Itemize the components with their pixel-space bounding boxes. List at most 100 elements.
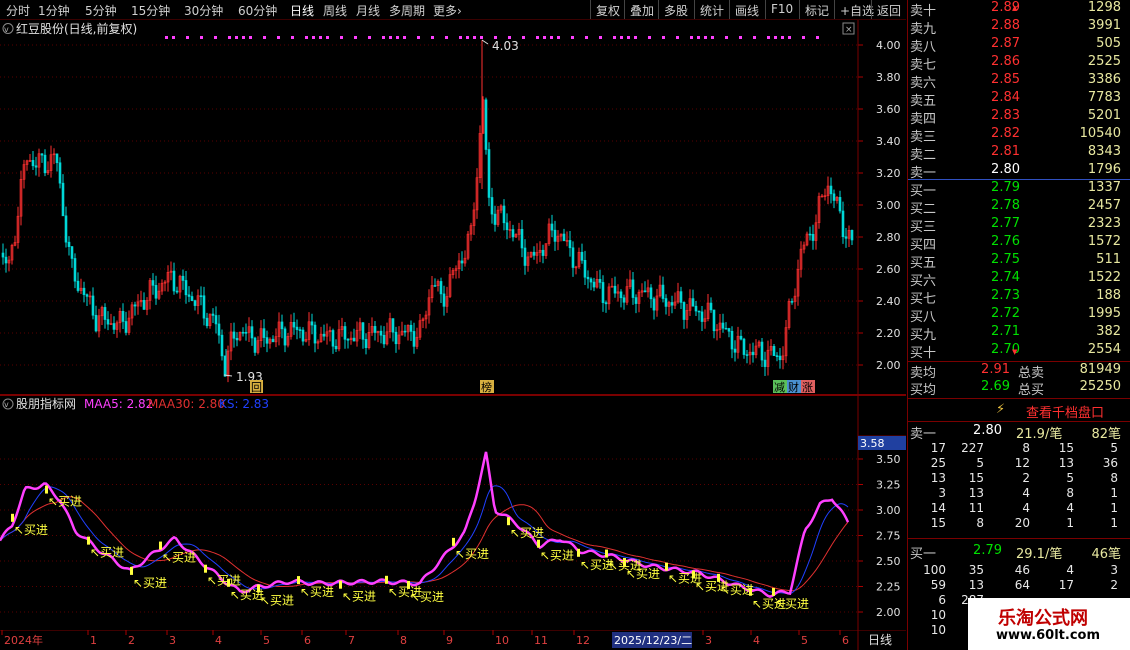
multi-stock-button[interactable]: 多股 [664,2,688,19]
period-tab-more[interactable]: 更多› [433,2,462,19]
event-marker-bang[interactable]: 榜 [480,380,494,394]
event-marker-zhang[interactable]: 涨 [801,380,815,394]
queue-cell: 1 [1110,516,1118,530]
bid-level-row[interactable]: 买八 2.72 1995 [908,306,1130,325]
candle-body [31,160,35,167]
level-label: 买一 [910,184,937,199]
indicator-chart[interactable]: ↖买进↖买进↖买进↖买进↖买进↖买进↖买进↖买进↖买进 ↖买进 ↖买进↖买进↖买进↖… [0,396,906,630]
queue-cell: 15 [930,516,946,530]
period-tab-60min[interactable]: 60分钟 [238,2,277,19]
candle-body [712,309,716,332]
ask-level-row[interactable]: 卖一 2.80 1796 [908,162,1130,181]
event-marker-hui[interactable]: 回 [250,380,263,394]
ask-level-row[interactable]: 卖五 2.84 7783 [908,90,1130,109]
queue-cell: 17 [930,441,946,455]
adjust-button[interactable]: 复权 [596,2,620,19]
period-tab-daily[interactable]: 日线 [290,2,314,19]
period-tab-weekly[interactable]: 周线 [323,2,347,19]
ask-level-row[interactable]: 卖七 2.86 2525 [908,54,1130,73]
candle-body [751,351,755,356]
buy-bar [257,584,260,593]
candlestick-chart[interactable]: 4.00 3.80 3.60 3.40 3.20 3.00 2.80 2.60 2.40 2.20… [0,20,906,394]
ask-level-row[interactable]: 卖八 2.87 505 [908,36,1130,55]
bid-level-row[interactable]: 买二 2.78 2457 [908,198,1130,217]
level-volume: 2457 [1087,198,1121,213]
level-price: 2.74 [991,270,1020,285]
candle-body [724,327,728,330]
queue-cell: 12 [1014,456,1030,470]
svg-text:4.03: 4.03 [492,39,519,53]
bid-level-row[interactable]: 买三 2.77 2323 [908,216,1130,235]
candle-body [202,295,206,319]
level-label: 买七 [910,292,937,307]
bid-level-row[interactable]: 买五 2.75 511 [908,252,1130,271]
candle-body [82,287,86,295]
candle-body [634,297,638,304]
period-tab-intraday[interactable]: 分时 [6,2,30,19]
buy-bar [577,548,580,557]
candle-body [460,260,464,264]
ask-level-row[interactable]: 卖三 2.82 10540 [908,126,1130,145]
time-axis[interactable]: 2024年 1 2 3 4 5 6 7 8 9 10 11 12 3 4 5 6 2025/12/23/二 日线 [0,630,906,650]
svg-text:榜: 榜 [481,380,492,394]
order-book-panel: 卖十 2.89 1298 卖九 2.88 3991 卖八 2.87 505 卖七 2.86 2525 卖… [907,0,1130,650]
indicator-tick-label: 2.00 [876,606,901,619]
price-tick-label: 3.20 [876,167,901,180]
queue-cell: 227 [961,441,984,455]
bid-level-row[interactable]: 买九 2.71 382 [908,324,1130,343]
candle-body [604,302,608,305]
lightning-icon: ⚡ [996,402,1006,417]
price-tick-label: 2.80 [876,231,901,244]
add-watchlist-button[interactable]: +自选 [840,2,874,19]
period-tab-monthly[interactable]: 月线 [356,2,380,19]
ask-level-row[interactable]: 卖六 2.85 3386 [908,72,1130,91]
candle-body [364,339,368,348]
period-tab-multi[interactable]: 多周期 [389,2,425,19]
mark-button[interactable]: 标记 [805,2,829,19]
period-tab-5min[interactable]: 5分钟 [85,2,117,19]
bid-level-row[interactable]: 买六 2.74 1522 [908,270,1130,289]
bid-level-row[interactable]: 买七 2.73 188 [908,288,1130,307]
candle-body [73,258,77,282]
period-tab-15min[interactable]: 15分钟 [131,2,170,19]
time-tick-label: 1 [90,634,97,647]
buy-bar [692,570,695,579]
period-label[interactable]: 日线 [868,633,892,647]
ask-level-row[interactable]: 卖四 2.83 5201 [908,108,1130,127]
event-marker-cai[interactable]: 财 [787,380,801,394]
indicator-lines [0,451,850,599]
level-price: 2.79 [991,180,1020,195]
buy-bar [87,536,90,545]
candlesticks [1,40,854,383]
period-tab-30min[interactable]: 30分钟 [184,2,223,19]
draw-line-button[interactable]: 画线 [735,2,759,19]
candle-body [64,215,68,243]
candle-body [391,318,395,333]
ask-level-row[interactable]: 卖十 2.89 1298 [908,0,1130,19]
buy-signal-label: ↖买进 [90,546,124,560]
bid-level-row[interactable]: 买四 2.76 1572 [908,234,1130,253]
back-button[interactable]: 返回 [877,2,901,19]
ask-level-row[interactable]: 卖二 2.81 8343 [908,144,1130,163]
view-full-depth-button[interactable]: ⚡ 查看千档盘口 [908,398,1130,422]
level-volume: 3991 [1087,18,1121,33]
close-chart-icon[interactable]: × [842,22,855,35]
stats-button[interactable]: 统计 [700,2,724,19]
candle-body [541,249,545,256]
chevron-down-icon: v [4,400,9,409]
event-marker-jian[interactable]: 减 [773,380,787,394]
overlay-button[interactable]: 叠加 [630,2,654,19]
candle-body [154,285,158,299]
f10-button[interactable]: F10 [771,2,793,16]
period-tab-1min[interactable]: 1分钟 [38,2,70,19]
indicator-name[interactable]: 股朋指标网 [16,396,76,411]
candle-body [583,260,587,278]
level-volume: 2525 [1087,54,1121,69]
bid-level-row[interactable]: 买一 2.79 1337 [908,180,1130,199]
buy-bar [130,566,133,575]
level-price: 2.88 [991,18,1020,33]
ask-level-row[interactable]: 卖九 2.88 3991 [908,18,1130,37]
candle-body [241,331,245,334]
bid-level-row[interactable]: 买十 2.70 2554 [908,342,1130,361]
queue-cell: 1 [1110,486,1118,500]
